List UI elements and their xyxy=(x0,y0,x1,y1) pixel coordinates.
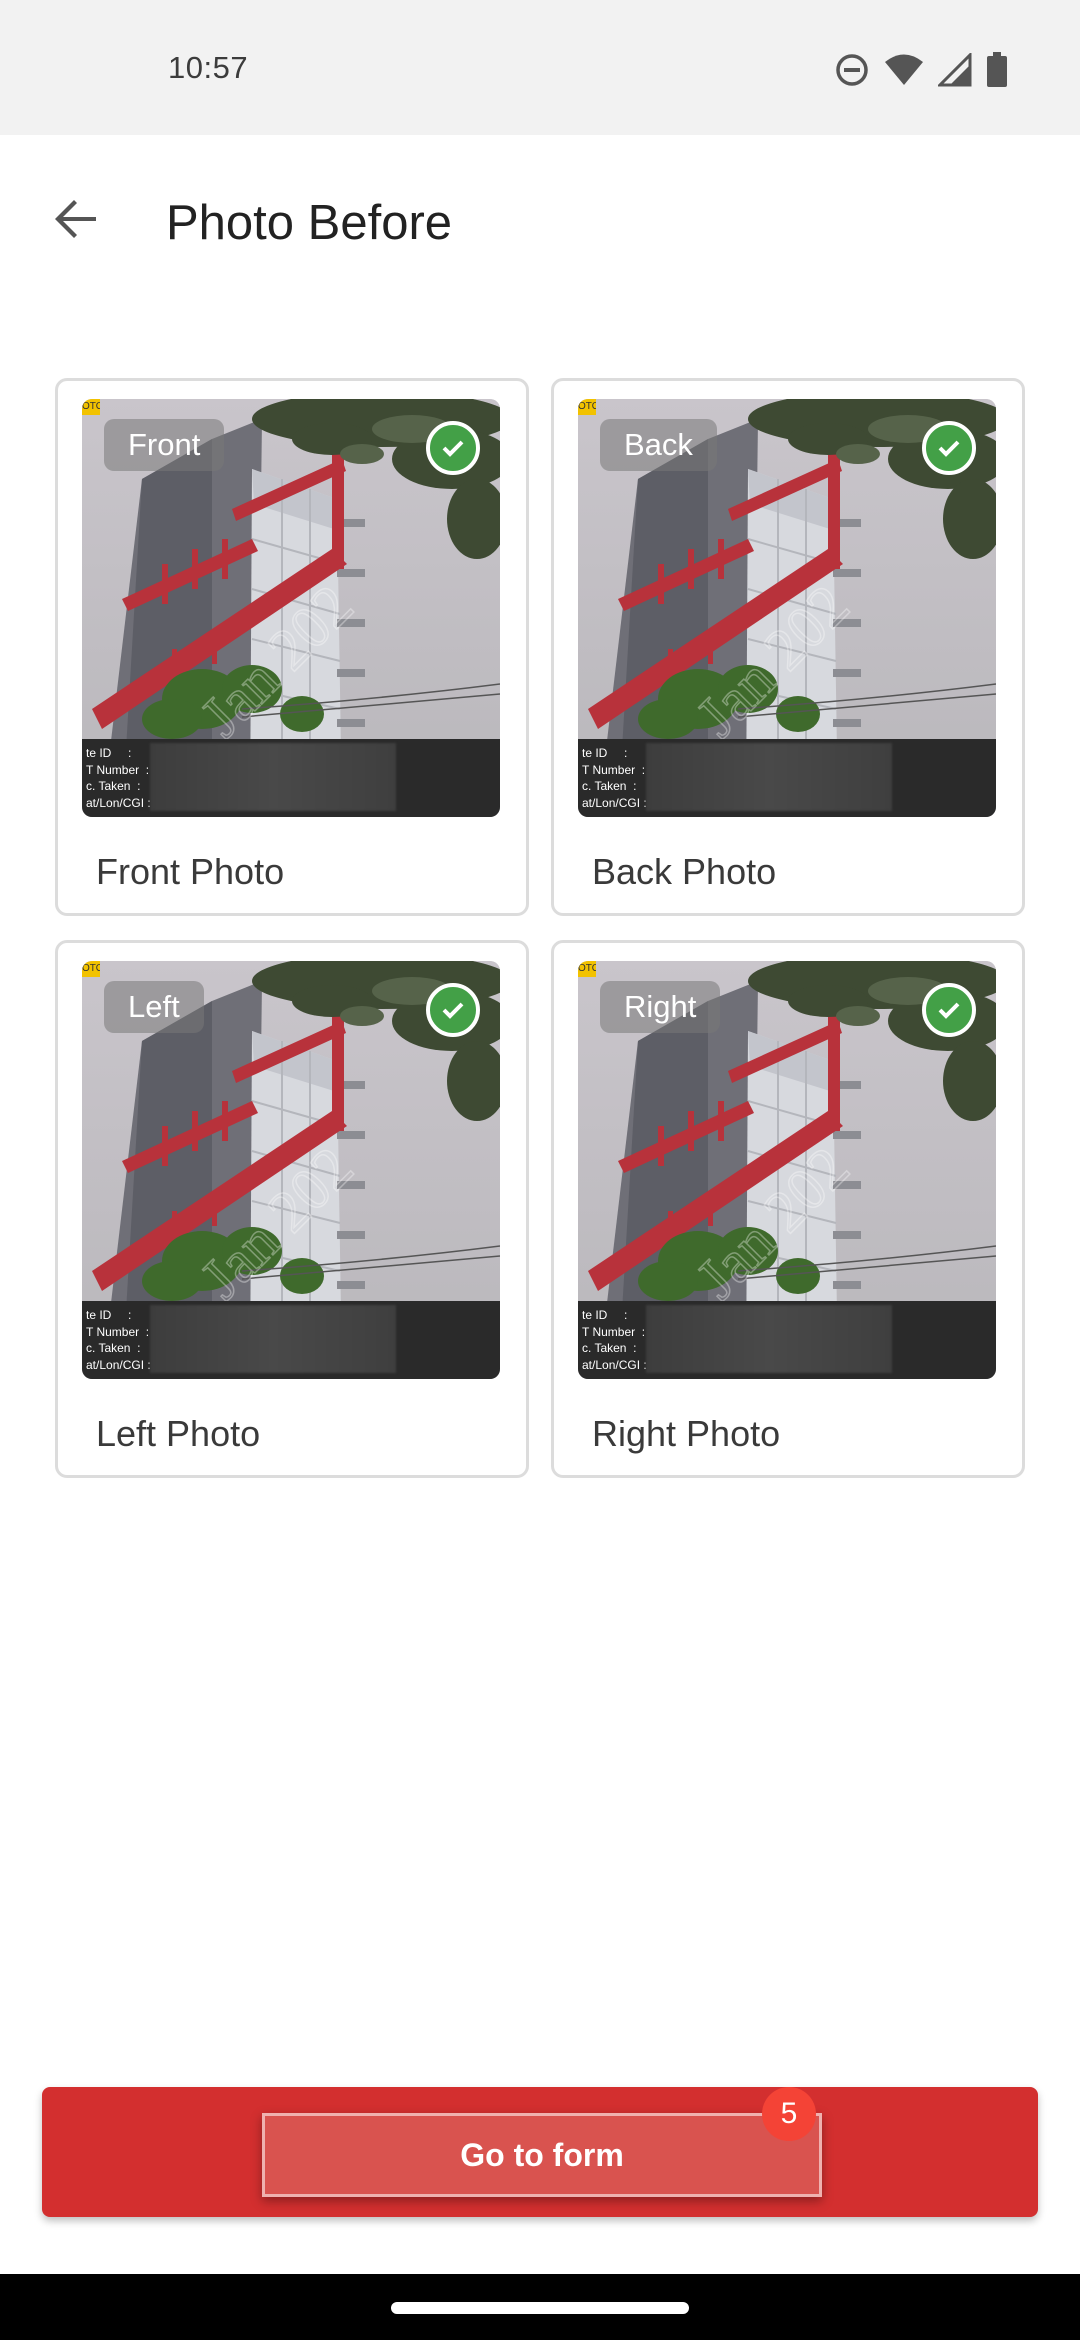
photo-tag: Left xyxy=(104,981,204,1033)
redacted-metadata xyxy=(150,743,396,811)
photo-metadata: te ID : T Number : c. Taken : at/Lon/CGI… xyxy=(82,739,500,817)
photo-tag: Right xyxy=(600,981,721,1033)
redacted-metadata xyxy=(646,1305,892,1373)
redacted-metadata xyxy=(646,743,892,811)
photo-metadata: te ID : T Number : c. Taken : at/Lon/CGI… xyxy=(82,1301,500,1379)
wifi-icon xyxy=(884,53,924,87)
photo-grid: OTO Front te ID : T Number : c. Taken : … xyxy=(55,378,1025,1478)
photo-card-right[interactable]: OTO Right te ID : T Number : c. Taken : … xyxy=(551,940,1025,1478)
check-icon xyxy=(426,421,480,475)
bottom-action-bar: Go to form xyxy=(42,2087,1038,2217)
app-bar: Photo Before xyxy=(0,135,1080,315)
check-icon xyxy=(426,983,480,1037)
photo-ribbon: OTO xyxy=(82,961,100,977)
go-to-form-button[interactable]: Go to form xyxy=(262,2113,822,2197)
photo-card-left[interactable]: OTO Left te ID : T Number : c. Taken : a… xyxy=(55,940,529,1478)
photo-card-front[interactable]: OTO Front te ID : T Number : c. Taken : … xyxy=(55,378,529,916)
photo-metadata: te ID : T Number : c. Taken : at/Lon/CGI… xyxy=(578,1301,996,1379)
photo-ribbon: OTO xyxy=(578,961,596,977)
redacted-metadata xyxy=(150,1305,396,1373)
photo-metadata-labels: te ID : T Number : c. Taken : at/Lon/CGI… xyxy=(86,746,151,810)
photo-label: Back Photo xyxy=(592,851,777,892)
check-icon xyxy=(922,983,976,1037)
photo-ribbon: OTO xyxy=(578,399,596,415)
cell-signal-icon xyxy=(938,53,972,87)
photo-thumbnail: OTO Left te ID : T Number : c. Taken : a… xyxy=(82,961,500,1379)
do-not-disturb-icon xyxy=(834,52,870,88)
photo-metadata-labels: te ID : T Number : c. Taken : at/Lon/CGI… xyxy=(582,746,647,810)
photo-label: Left Photo xyxy=(96,1413,261,1454)
battery-icon xyxy=(986,52,1008,88)
photo-thumbnail: OTO Back te ID : T Number : c. Taken : a… xyxy=(578,399,996,817)
status-bar: 10:57 xyxy=(0,0,1080,135)
status-icons xyxy=(834,50,1008,90)
photo-tag: Front xyxy=(104,419,225,471)
notification-badge: 5 xyxy=(762,2087,816,2141)
photo-metadata-labels: te ID : T Number : c. Taken : at/Lon/CGI… xyxy=(86,1308,151,1372)
photo-metadata-labels: te ID : T Number : c. Taken : at/Lon/CGI… xyxy=(582,1308,647,1372)
status-time: 10:57 xyxy=(168,50,249,85)
photo-metadata: te ID : T Number : c. Taken : at/Lon/CGI… xyxy=(578,739,996,817)
check-icon xyxy=(922,421,976,475)
arrow-back-icon xyxy=(52,195,100,248)
back-button[interactable] xyxy=(40,185,112,257)
photo-tag: Back xyxy=(600,419,717,471)
photo-label: Front Photo xyxy=(96,851,285,892)
photo-card-back[interactable]: OTO Back te ID : T Number : c. Taken : a… xyxy=(551,378,1025,916)
photo-ribbon: OTO xyxy=(82,399,100,415)
page-title: Photo Before xyxy=(166,196,453,250)
photo-label: Right Photo xyxy=(592,1413,781,1454)
photo-thumbnail: OTO Right te ID : T Number : c. Taken : … xyxy=(578,961,996,1379)
home-indicator[interactable] xyxy=(391,2302,689,2314)
photo-thumbnail: OTO Front te ID : T Number : c. Taken : … xyxy=(82,399,500,817)
